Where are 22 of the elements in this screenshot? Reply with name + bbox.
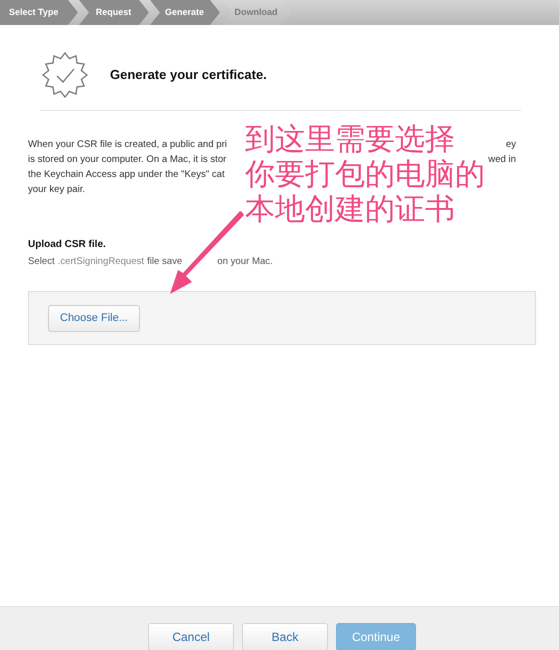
hint-text: on your Mac. [217,255,273,269]
section-heading: Upload CSR file. [28,238,107,252]
choose-file-button[interactable]: Choose File... [48,305,140,332]
annotation-text: 你要打包的电脑的 [245,157,485,192]
page-title: Generate your certificate. [110,66,267,84]
annotation-text: 到这里需要选择 [245,122,456,157]
body-text: the Keychain Access app under the "Keys" cat [28,168,225,182]
body-text: is stored on your computer. On a Mac, it is stor [28,153,226,167]
step-tab[interactable]: Generate [150,0,220,25]
file-extension: .certSigningRequest [58,255,144,269]
step-tab[interactable]: Select Type [0,0,78,25]
annotation-text: 本地创建的证书 [245,192,456,227]
step-tab[interactable]: Request [79,0,149,25]
hint-text: file save [147,255,182,269]
body-text: your key pair. [28,183,86,197]
hint-text: Select [28,255,55,269]
body-text: ey [506,138,516,152]
footer-button[interactable]: Back [242,623,328,650]
body-text: When your CSR file is created, a public and pri [28,138,227,152]
certificate-badge-icon [42,52,88,98]
footer-button[interactable]: Cancel [148,623,234,650]
body-text: wed in [488,153,516,167]
